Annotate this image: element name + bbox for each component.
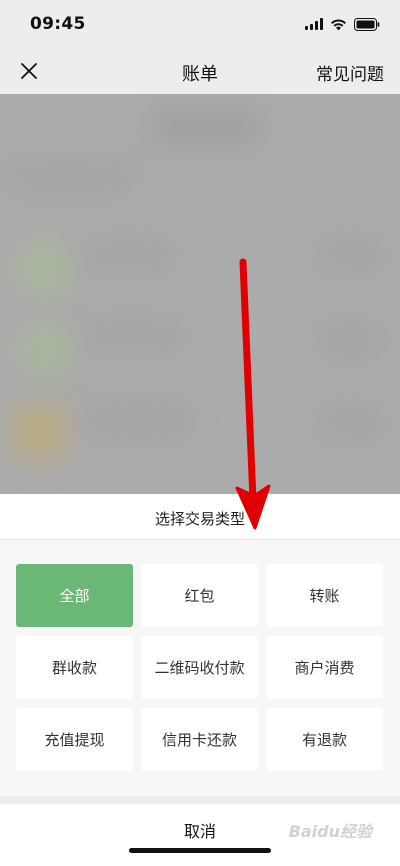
status-time: 09:45	[30, 14, 86, 34]
type-red-packet[interactable]: 红包	[141, 564, 258, 627]
type-all[interactable]: 全部	[16, 564, 133, 627]
signal-icon	[305, 18, 323, 30]
type-topup-withdraw[interactable]: 充值提现	[16, 708, 133, 771]
type-grid: 全部 红包 转账 群收款 二维码收付款 商户消费 充值提现 信用卡还款 有退款	[16, 564, 384, 771]
transaction-type-sheet: 选择交易类型 全部 红包 转账 群收款 二维码收付款 商户消费 充值提现 信用卡…	[0, 494, 400, 866]
type-merchant[interactable]: 商户消费	[266, 636, 383, 699]
sheet-header: 选择交易类型	[0, 494, 400, 540]
type-group-collection[interactable]: 群收款	[16, 636, 133, 699]
type-qr-payment[interactable]: 二维码收付款	[141, 636, 258, 699]
battery-icon	[354, 17, 380, 31]
nav-bar: 账单 常见问题	[0, 48, 400, 94]
type-transfer[interactable]: 转账	[266, 564, 383, 627]
type-credit-card[interactable]: 信用卡还款	[141, 708, 258, 771]
blurred-bill-list	[0, 94, 400, 494]
status-icons	[305, 16, 380, 32]
wifi-icon	[331, 18, 346, 30]
watermark-logo: Baidu经验	[288, 822, 372, 841]
sheet-title: 选择交易类型	[154, 510, 245, 528]
status-bar: 09:45	[0, 0, 400, 48]
type-refund[interactable]: 有退款	[266, 708, 383, 771]
faq-link[interactable]: 常见问题	[316, 60, 384, 85]
home-indicator	[129, 848, 271, 853]
